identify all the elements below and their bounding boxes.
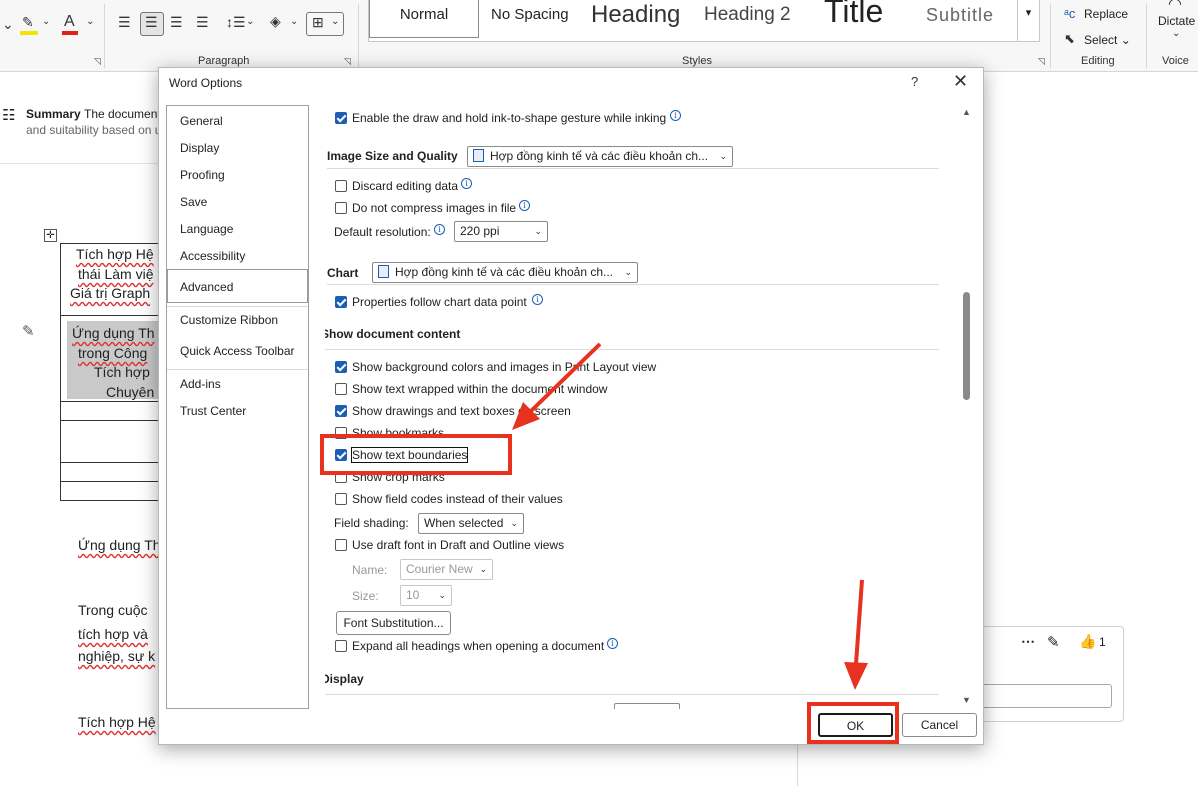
annotation-arrows <box>512 342 868 690</box>
arrow-to-text-boundaries <box>512 342 602 430</box>
arrow-to-ok <box>844 579 868 690</box>
